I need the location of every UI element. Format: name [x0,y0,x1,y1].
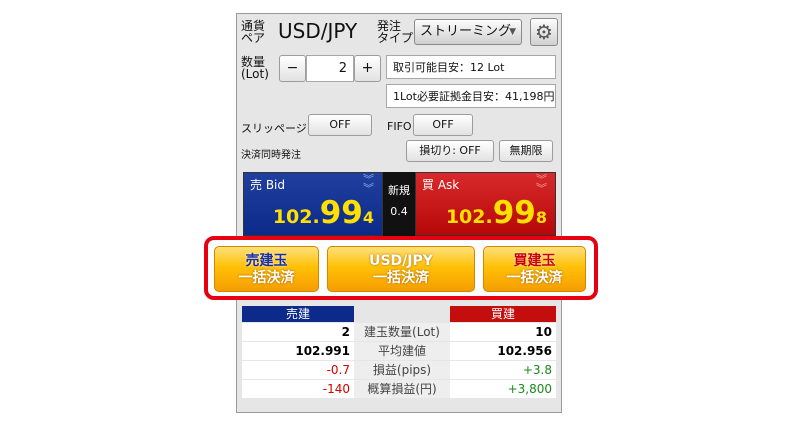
sell-pips: -0.7 [242,361,354,379]
sell-bulk-line1: 売建玉 [245,253,288,269]
margin-estimate: 1Lot必要証拠金目安：41,198円 [386,84,556,108]
bid-quote-tile[interactable]: 売 Bid ︾ ︾ 102.994 [243,172,383,236]
table-row: -140 概算損益(円) +3,800 [242,380,556,399]
ask-quote-tile[interactable]: 買 Ask ︾ ︾ 102.998 [415,172,556,236]
table-row: 102.991 平均建値 102.956 [242,342,556,361]
spread-label: 新規 [388,184,410,197]
row-label: 建玉数量(Lot) [354,323,450,341]
chevron-down-icon: ︾ ︾ [536,173,547,195]
settings-button[interactable]: ⚙ [530,18,558,46]
tradable-estimate: 取引可能目安：12 Lot [386,55,556,79]
pair-label: 通貨 ペア [241,19,266,45]
buy-lot-value: 10 [450,323,556,341]
gear-icon: ⚙ [535,20,553,44]
sell-bulk-settle-button[interactable]: 売建玉 一括決済 [214,246,319,292]
fifo-label: FIFO [387,120,412,133]
sell-bulk-line2: 一括決済 [238,270,295,286]
row-label: 損益(pips) [354,361,450,379]
table-row: -0.7 損益(pips) +3.8 [242,361,556,380]
pair-value[interactable]: USD/JPY [278,19,357,43]
buy-avg-price: 102.956 [450,342,556,360]
sell-header: 売建 [242,306,354,322]
slippage-label: スリッページ [241,122,307,135]
order-type-select[interactable]: ストリーミング ▼ [414,19,522,45]
chevron-down-icon: ▼ [509,27,516,37]
sell-lot-value: 2 [242,323,354,341]
fifo-toggle[interactable]: OFF [413,114,473,136]
buy-bulk-line2: 一括決済 [506,270,563,286]
ask-price: 102.998 [445,195,547,231]
pair-bulk-line1: USD/JPY [369,253,433,269]
quantity-input[interactable]: 2 [306,55,354,82]
buy-bulk-line1: 買建玉 [513,253,556,269]
table-row: 2 建玉数量(Lot) 10 [242,323,556,342]
row-label: 概算損益(円) [354,380,450,398]
ask-label: 買 Ask [422,178,460,192]
pair-bulk-line2: 一括決済 [373,270,429,286]
bid-price: 102.994 [272,195,374,231]
sell-pnl-yen: -140 [242,380,354,398]
buy-header: 買建 [450,306,556,322]
pair-bulk-settle-button[interactable]: USD/JPY 一括決済 [327,246,475,292]
simultaneous-order-label: 決済同時発注 [241,150,301,161]
buy-pnl-yen: +3,800 [450,380,556,398]
quantity-label: 数量 (Lot) [241,55,269,81]
buy-pips: +3.8 [450,361,556,379]
slippage-toggle[interactable]: OFF [308,114,372,136]
stop-loss-button[interactable]: 損切り: OFF [406,140,494,162]
spread-box: 新規 0.4 [383,172,415,236]
spread-value: 0.4 [390,205,408,218]
quantity-minus-button[interactable]: − [279,55,306,82]
row-label: 平均建値 [354,342,450,360]
expiry-button[interactable]: 無期限 [499,140,553,162]
quantity-plus-button[interactable]: + [354,55,381,82]
order-type-label: 発注 タイプ [377,19,414,45]
chevron-down-icon: ︾ ︾ [363,173,374,195]
order-type-value: ストリーミング [420,24,512,39]
sell-avg-price: 102.991 [242,342,354,360]
buy-bulk-settle-button[interactable]: 買建玉 一括決済 [483,246,586,292]
bid-label: 売 Bid [250,178,285,192]
